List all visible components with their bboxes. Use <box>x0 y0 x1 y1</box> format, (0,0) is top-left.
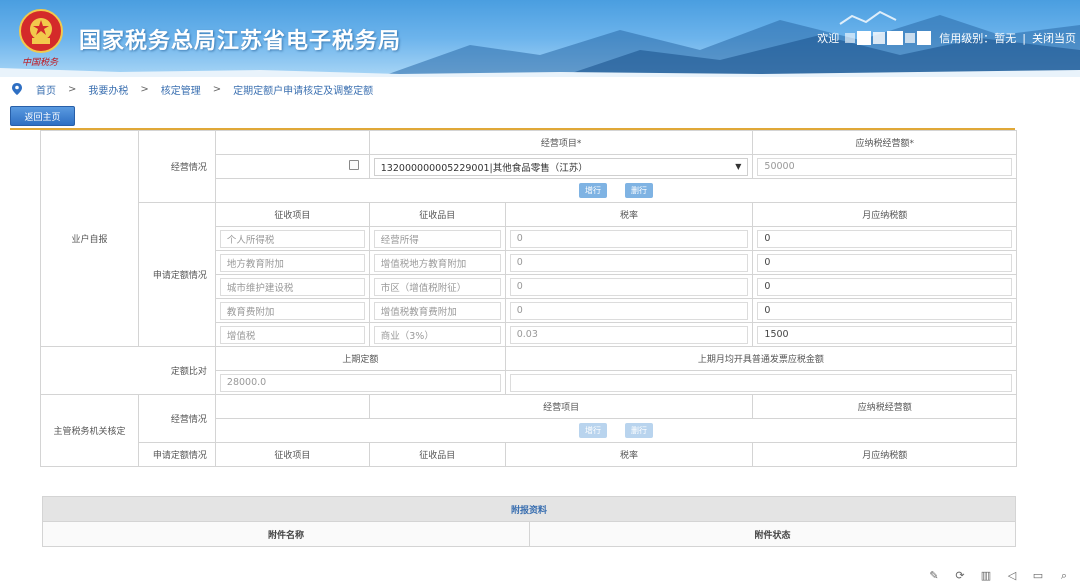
self-report-label: 业户自报 <box>40 130 139 347</box>
breadcrumb: 首页 > 我要办税 > 核定管理 > 定期定额户申请核定及调整定额 <box>0 78 1080 100</box>
levy-category-header: 征收品目 <box>368 202 506 227</box>
monthly-tax-input[interactable]: 0 <box>757 277 1012 296</box>
auth-turnover-header: 应纳税经营额 <box>752 394 1017 419</box>
levy-category-input: 增值税地方教育附加 <box>373 253 501 272</box>
auth-business-item-header: 经营项目 <box>368 394 754 419</box>
tax-emblem-icon <box>19 9 63 53</box>
authority-label: 主管税务机关核定 <box>40 394 139 467</box>
tax-rate-input: 0 <box>509 277 749 296</box>
taxable-turnover-header: 应纳税经营额* <box>752 130 1017 155</box>
prev-quota-header: 上期定额 <box>214 346 506 371</box>
emblem-caption: 中国税务 <box>22 58 59 68</box>
credit-level: 信用级别：暂无 <box>939 32 1017 45</box>
location-pin-icon <box>12 83 22 95</box>
breadcrumb-tax-handling[interactable]: 我要办税 <box>88 82 128 97</box>
breadcrumb-arrow: > <box>140 83 149 95</box>
breadcrumb-arrow: > <box>68 83 77 95</box>
header-separator: | <box>1022 31 1026 45</box>
auth-quota-apply-label: 申请定额情况 <box>137 442 216 467</box>
prev-invoice-input <box>509 373 1012 392</box>
breadcrumb-verification[interactable]: 核定管理 <box>161 82 201 97</box>
taxable-turnover-cell: 50000 <box>752 154 1017 179</box>
levy-category-input: 市区（增值税附征） <box>373 277 501 296</box>
trash-icon[interactable]: ▥ <box>980 570 992 582</box>
refresh-icon[interactable]: ⟳ <box>954 570 966 582</box>
add-row-button[interactable]: 增行 <box>578 183 607 198</box>
prev-quota-input: 28000.0 <box>219 373 501 392</box>
auth-add-row-button[interactable]: 增行 <box>578 423 607 438</box>
user-bar: 欢迎 信用级别：暂无 | 关闭当页 <box>817 30 1076 46</box>
levy-category-input: 经营所得 <box>373 229 501 248</box>
levy-item-header: 征收项目 <box>214 202 370 227</box>
monthly-tax-input[interactable]: 1500 <box>757 325 1012 344</box>
breadcrumb-arrow: > <box>212 83 222 95</box>
redacted-username <box>845 31 933 45</box>
auth-delete-row-button[interactable]: 删行 <box>624 423 653 438</box>
back-home-button[interactable]: 返回主页 <box>10 106 75 126</box>
breadcrumb-current[interactable]: 定期定额户申请核定及调整定额 <box>233 82 373 97</box>
auth-empty-cell <box>214 394 370 419</box>
auth-levy-item-header: 征收项目 <box>214 442 370 467</box>
business-item-cell: 132000000005229001|其他食品零售（江苏） ▼ <box>368 154 754 179</box>
levy-item-input: 城市维护建设税 <box>219 277 365 296</box>
attachments-title: 附报资料 <box>42 496 1016 522</box>
quota-apply-label: 申请定额情况 <box>137 202 216 347</box>
auth-monthly-tax-header: 月应纳税额 <box>752 442 1017 467</box>
quota-form: 业户自报 经营情况 经营项目* 应纳税经营额* 1320000000052290… <box>40 130 1018 467</box>
row-actions-cell: 增行 删行 <box>214 178 1018 203</box>
tax-rate-input: 0 <box>509 301 749 320</box>
monthly-tax-header: 月应纳税额 <box>752 202 1017 227</box>
business-item-value: 132000000005229001|其他食品零售（江苏） <box>380 162 588 174</box>
quota-compare-label: 定额比对 <box>40 346 216 395</box>
pin-icon[interactable]: ✎ <box>928 570 940 582</box>
tax-rate-input: 0 <box>509 253 749 272</box>
delete-row-button[interactable]: 删行 <box>624 183 653 198</box>
business-info-label: 经营情况 <box>137 130 216 203</box>
monthly-tax-input[interactable]: 0 <box>757 301 1012 320</box>
dropdown-caret-icon: ▼ <box>735 162 742 171</box>
levy-category-input: 商业（3%） <box>373 325 501 344</box>
site-header: 中国税务 国家税务总局江苏省电子税务局 欢迎 信用级别：暂无 | 关闭当页 <box>0 0 1080 77</box>
monthly-tax-input[interactable]: 0 <box>757 229 1012 248</box>
site-title: 国家税务总局江苏省电子税务局 <box>79 29 402 54</box>
bottom-toolbar: ✎ ⟳ ▥ ◁ ▭ ⌕ <box>0 566 1080 586</box>
monthly-tax-input[interactable]: 0 <box>757 253 1012 272</box>
levy-item-input: 增值税 <box>219 325 365 344</box>
auth-business-info-label: 经营情况 <box>137 394 216 443</box>
welcome-text: 欢迎 <box>817 32 840 45</box>
attachment-status-header: 附件状态 <box>529 521 1016 547</box>
auth-tax-rate-header: 税率 <box>504 442 754 467</box>
business-item-select[interactable]: 132000000005229001|其他食品零售（江苏） ▼ <box>373 157 749 176</box>
row-select-cell <box>214 154 370 179</box>
search-icon[interactable]: ⌕ <box>1058 570 1070 582</box>
tax-rate-input: 0 <box>509 229 749 248</box>
tax-rate-input: 0.03 <box>509 325 749 344</box>
levy-item-input: 个人所得税 <box>219 229 365 248</box>
levy-category-input: 增值税教育费附加 <box>373 301 501 320</box>
levy-item-input: 地方教育附加 <box>219 253 365 272</box>
checkbox-header-cell <box>214 130 370 155</box>
auth-row-actions-cell: 增行 删行 <box>214 418 1018 443</box>
row-select-checkbox[interactable] <box>348 160 359 170</box>
window-icon[interactable]: ▭ <box>1032 570 1044 582</box>
attachments-table: 附报资料 附件名称 附件状态 <box>42 496 1016 547</box>
levy-item-input: 教育费附加 <box>219 301 365 320</box>
speaker-icon[interactable]: ◁ <box>1006 570 1018 582</box>
business-item-header: 经营项目* <box>368 130 754 155</box>
close-page-link[interactable]: 关闭当页 <box>1032 30 1076 46</box>
attachment-name-header: 附件名称 <box>42 521 530 547</box>
auth-levy-category-header: 征收品目 <box>368 442 506 467</box>
prev-invoice-header: 上期月均开具普通发票应税金额 <box>504 346 1018 371</box>
taxable-turnover-input[interactable]: 50000 <box>757 157 1012 176</box>
breadcrumb-home[interactable]: 首页 <box>36 82 56 97</box>
tax-rate-header: 税率 <box>504 202 754 227</box>
